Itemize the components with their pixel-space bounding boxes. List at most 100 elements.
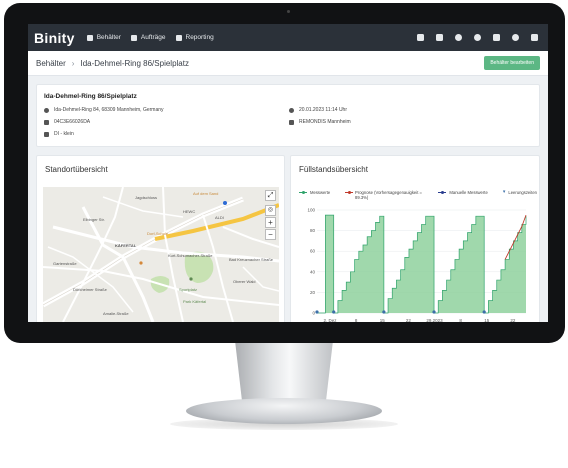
location-panel: Standortübersicht Jagdschloss ALDI HEWC … [36, 155, 285, 322]
zoom-out-button[interactable]: − [265, 229, 276, 240]
monitor-neck [235, 343, 333, 403]
container-info-card: Ida-Dehmel-Ring 86/Spielplatz Ida-Dehmel… [36, 84, 540, 147]
nav-label: Aufträge [140, 34, 166, 41]
fill-level-chart[interactable]: 0 20 40 60 80 100 2. Dez 8 15 22 29.2023 8 15 22 [305, 208, 530, 322]
legend-forecast[interactable]: Prognose (Vorhersagegenauigkeit = 89.3%) [345, 190, 423, 200]
device-id-row: 04C3E66026DA [44, 119, 90, 125]
map-label: KÄFERTAL [115, 243, 137, 248]
top-nav: Binity Behälter Aufträge Reporting [28, 24, 548, 51]
x-tick-label: 2. Dez [324, 318, 338, 322]
x-tick-label: 15 [380, 318, 386, 322]
map-label: Kurt-Schumacher-Straße [168, 253, 213, 258]
location-panel-title: Standortübersicht [45, 165, 108, 174]
map-label: ALDI [215, 215, 224, 220]
chart-legend: Messwerte Prognose (Vorhersagegenauigkei… [299, 190, 537, 200]
map-label: Sportplatz [179, 287, 198, 292]
zoom-in-button[interactable]: + [265, 217, 276, 228]
emptying-marker [382, 310, 386, 314]
y-tick-label: 80 [310, 228, 316, 233]
company-row: REMONDIS Mannheim [289, 119, 351, 125]
storage-icon[interactable] [417, 34, 424, 41]
container-title: Ida-Dehmel-Ring 86/Spielplatz [44, 93, 137, 100]
emptying-marker [482, 310, 486, 314]
x-tick-label: 8 [459, 318, 462, 322]
emptying-marker [332, 310, 336, 314]
list-icon [130, 34, 137, 41]
address-text: Ida-Dehmel-Ring 84, 68309 Mannheim, Germ… [54, 107, 164, 113]
emptying-marker [315, 310, 319, 314]
nav-item-auftraege[interactable]: Aufträge [130, 34, 166, 41]
nav-item-reporting[interactable]: Reporting [175, 34, 214, 41]
x-tick-label: 15 [484, 318, 490, 322]
y-tick-label: 0 [312, 311, 315, 316]
map-label: Dürkheimer Straße [73, 287, 107, 292]
layers-icon[interactable] [493, 34, 500, 41]
map-label: Elbinger Str. [83, 217, 105, 222]
map-label: Amalie-Straße [103, 311, 129, 316]
stage: Binity Behälter Aufträge Reporting Behäl… [0, 0, 568, 468]
app-logo[interactable]: Binity [34, 30, 75, 46]
device-id-text: 04C3E66026DA [54, 119, 91, 125]
bin-icon [44, 131, 49, 137]
edit-container-button[interactable]: Behälter bearbeiten [484, 56, 540, 70]
type-row: DI - klein [44, 131, 74, 137]
legend-marker [299, 190, 307, 195]
legend-measured[interactable]: Messwerte [299, 190, 330, 195]
map-label: Park Käfertal [183, 299, 207, 304]
building-icon[interactable] [436, 34, 443, 41]
legend-emptying[interactable]: ▾ Leerungszeiten [502, 189, 537, 196]
logout-icon[interactable] [531, 34, 538, 41]
emptying-marker [432, 310, 436, 314]
map-label: Jagdschloss [135, 195, 158, 200]
legend-label: Leerungszeiten [508, 190, 537, 195]
y-tick-label: 40 [310, 269, 316, 274]
map-label: Gartenstraße [53, 261, 77, 266]
nav-label: Behälter [96, 34, 121, 41]
monitor-bezel: Binity Behälter Aufträge Reporting Behäl… [4, 3, 565, 343]
legend-label: Messwerte [310, 190, 331, 195]
user-icon[interactable] [455, 34, 462, 41]
map-label: Bad Kreuznacher Straße [229, 257, 274, 262]
x-tick-label: 22 [406, 318, 412, 322]
nav-right-icons [411, 34, 544, 41]
webcam [287, 10, 290, 13]
x-tick-label: 8 [355, 318, 358, 322]
y-tick-label: 20 [310, 290, 316, 295]
clock-icon [289, 107, 294, 113]
type-text: DI - klein [54, 131, 74, 137]
breadcrumb-bar: Behälter › Ida-Dehmel-Ring 86/Spielplatz… [28, 51, 548, 76]
map-label: Oberer Wald [233, 279, 256, 284]
nav-label: Reporting [185, 34, 214, 41]
map-label: Auf dem Sand [193, 191, 219, 196]
legend-marker [438, 190, 447, 195]
timestamp-text: 20.01.2023 11:14 Uhr [299, 107, 348, 113]
x-tick-label: 22 [510, 318, 516, 322]
legend-manual[interactable]: Manuelle Messwerte [438, 190, 488, 195]
locate-icon[interactable]: ◎ [265, 205, 276, 216]
nav-item-behaelter[interactable]: Behälter [86, 34, 121, 41]
map-label: HEWC [183, 209, 196, 214]
fill-level-panel-title: Füllstandsübersicht [299, 165, 368, 174]
bin-icon [86, 34, 93, 41]
timestamp-row: 20.01.2023 11:14 Uhr [289, 107, 347, 113]
map-roads [43, 187, 279, 322]
y-tick-label: 60 [310, 249, 316, 254]
emptying-marker-icon: ▾ [502, 189, 506, 195]
monitor-base [186, 398, 382, 424]
x-tick-label: 29.2023 [426, 318, 443, 322]
sensor-icon [44, 119, 49, 125]
fullscreen-icon[interactable]: ⤢ [265, 190, 276, 201]
report-icon [175, 34, 182, 41]
breadcrumb-root[interactable]: Behälter [36, 59, 66, 68]
location-icon[interactable] [474, 34, 481, 41]
fill-level-panel: Füllstandsübersicht Messwerte Prognose (… [290, 155, 540, 322]
map-label: Dorf-Schule [147, 231, 169, 236]
company-text: REMONDIS Mannheim [299, 119, 351, 125]
y-tick-label: 100 [307, 208, 315, 213]
legend-marker [345, 190, 353, 195]
location-map[interactable]: Jagdschloss ALDI HEWC KÄFERTAL Kurt-Schu… [43, 187, 279, 322]
legend-label: Manuelle Messwerte [449, 190, 488, 195]
screen: Binity Behälter Aufträge Reporting Behäl… [28, 24, 548, 322]
location-pin-icon [44, 107, 49, 113]
user-settings-icon[interactable] [512, 34, 519, 41]
